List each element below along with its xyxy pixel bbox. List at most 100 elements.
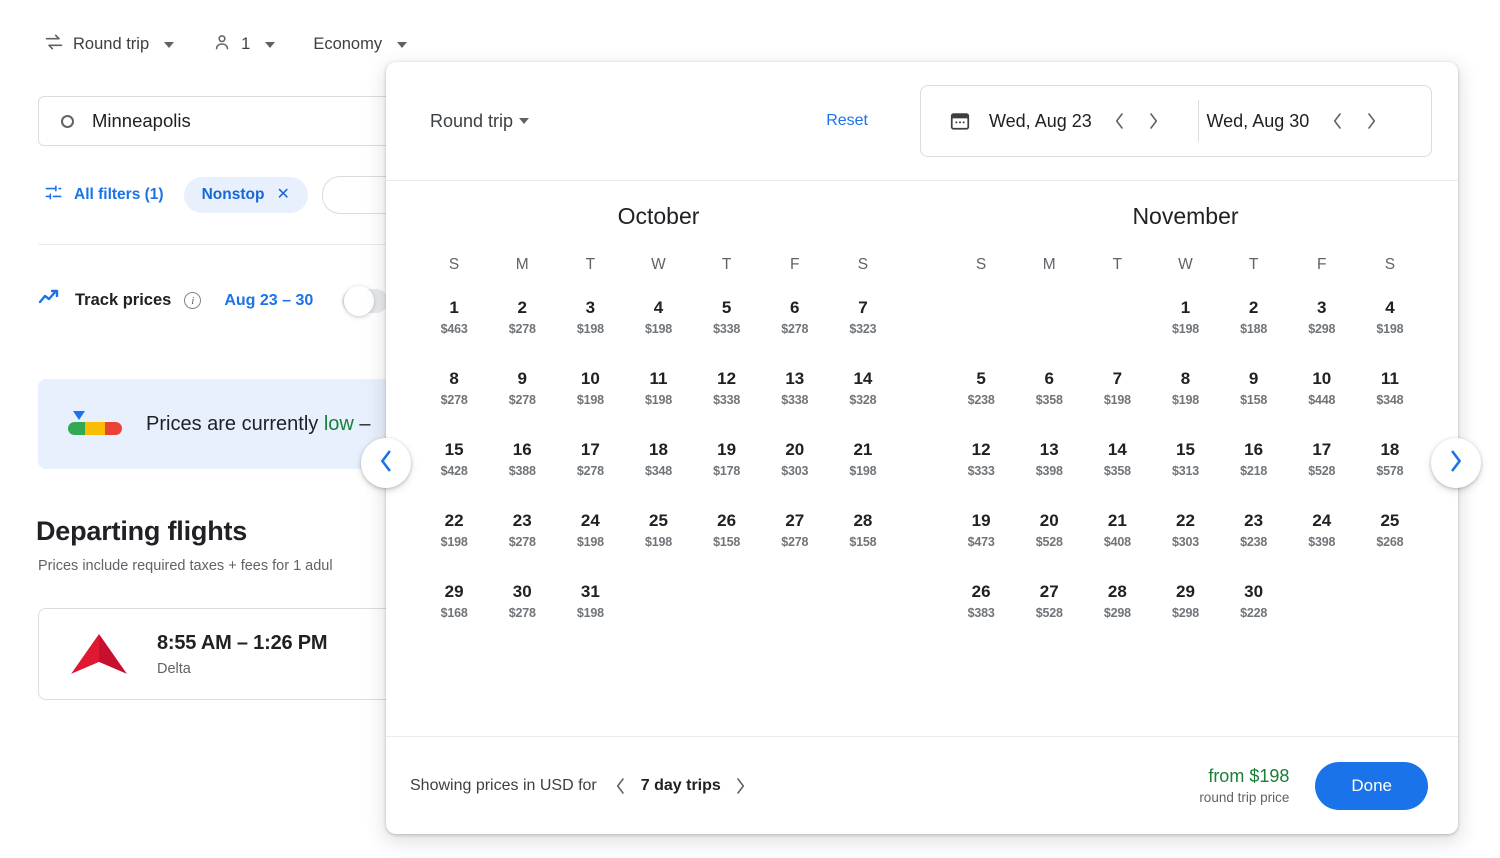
calendar-day-cell[interactable]: 24$398: [1288, 511, 1356, 582]
calendar-day-cell[interactable]: 19$178: [693, 440, 761, 511]
calendar-day-number: 9: [488, 369, 556, 389]
calendar-day-cell[interactable]: 9$158: [1220, 369, 1288, 440]
calendar-day-cell[interactable]: 15$428: [420, 440, 488, 511]
calendar-day-cell[interactable]: 20$303: [761, 440, 829, 511]
calendar-day-cell[interactable]: 8$198: [1151, 369, 1219, 440]
calendar-day-cell[interactable]: 5$338: [693, 298, 761, 369]
departure-date-segment[interactable]: Wed, Aug 23: [971, 107, 1184, 135]
calendar-day-number: 8: [1151, 369, 1219, 389]
return-date-steppers: [1323, 107, 1385, 135]
calendar-day-cell[interactable]: 21$198: [829, 440, 897, 511]
calendar-day-cell[interactable]: 30$278: [488, 582, 556, 653]
calendar-day-cell[interactable]: 12$338: [693, 369, 761, 440]
price-gauge-icon: [68, 411, 122, 437]
calendar-day-cell[interactable]: 1$198: [1151, 298, 1219, 369]
calendar-day-cell[interactable]: 3$298: [1288, 298, 1356, 369]
calendar-day-price: $408: [1083, 535, 1151, 549]
reset-button[interactable]: Reset: [814, 104, 880, 138]
calendar-day-cell[interactable]: 29$298: [1151, 582, 1219, 653]
calendar-week-row: 22$19823$27824$19825$19826$15827$27828$1…: [420, 511, 897, 582]
calendar-day-cell[interactable]: 6$358: [1015, 369, 1083, 440]
calendar-week-row: 1$1982$1883$2984$198: [947, 298, 1424, 369]
departure-prev-day-button[interactable]: [1106, 107, 1134, 135]
calendar-day-cell[interactable]: 2$188: [1220, 298, 1288, 369]
calendar-day-cell[interactable]: 4$198: [624, 298, 692, 369]
trip-length-prev-button[interactable]: [607, 772, 635, 800]
calendar-day-cell[interactable]: 28$298: [1083, 582, 1151, 653]
info-icon[interactable]: i: [184, 292, 201, 309]
calendar-day-cell[interactable]: 8$278: [420, 369, 488, 440]
calendar-day-cell[interactable]: 11$348: [1356, 369, 1424, 440]
filter-chip-nonstop[interactable]: Nonstop ✕: [184, 177, 308, 213]
calendar-day-cell[interactable]: 25$268: [1356, 511, 1424, 582]
calendar-day-cell[interactable]: 12$333: [947, 440, 1015, 511]
previous-months-button[interactable]: [361, 438, 411, 488]
calendar-day-cell[interactable]: 16$218: [1220, 440, 1288, 511]
calendar-day-price: $238: [1220, 535, 1288, 549]
trip-type-selector[interactable]: Round trip: [38, 28, 180, 61]
calendar-day-cell[interactable]: 14$328: [829, 369, 897, 440]
calendar-day-cell[interactable]: 3$198: [556, 298, 624, 369]
calendar-day-number: 3: [556, 298, 624, 318]
popup-trip-type-selector[interactable]: Round trip: [430, 111, 529, 132]
calendar-day-cell[interactable]: 18$348: [624, 440, 692, 511]
calendar-day-cell[interactable]: 7$323: [829, 298, 897, 369]
calendar-day-cell[interactable]: 7$198: [1083, 369, 1151, 440]
calendar-day-number: 2: [1220, 298, 1288, 318]
calendar-day-cell[interactable]: 10$448: [1288, 369, 1356, 440]
date-box-divider: [1198, 100, 1199, 142]
calendar-day-price: $473: [947, 535, 1015, 549]
calendar-day-cell[interactable]: 27$528: [1015, 582, 1083, 653]
calendar-day-cell[interactable]: 11$198: [624, 369, 692, 440]
calendar-day-number: 18: [624, 440, 692, 460]
calendar-day-cell[interactable]: 22$198: [420, 511, 488, 582]
calendar-day-cell[interactable]: 31$198: [556, 582, 624, 653]
calendar-day-cell[interactable]: 6$278: [761, 298, 829, 369]
calendar-day-cell[interactable]: 20$528: [1015, 511, 1083, 582]
calendar-day-cell[interactable]: 29$168: [420, 582, 488, 653]
calendar-day-number: 15: [420, 440, 488, 460]
calendar-day-cell[interactable]: 24$198: [556, 511, 624, 582]
track-prices-toggle[interactable]: [342, 289, 388, 313]
insight-prefix: Prices are currently: [146, 413, 324, 435]
calendar-day-cell[interactable]: 2$278: [488, 298, 556, 369]
calendar-day-cell[interactable]: 16$388: [488, 440, 556, 511]
calendar-day-cell[interactable]: 17$278: [556, 440, 624, 511]
all-filters-button[interactable]: All filters (1): [38, 176, 170, 214]
calendar-day-number: 5: [693, 298, 761, 318]
calendar-day-cell[interactable]: 17$528: [1288, 440, 1356, 511]
calendar-day-cell[interactable]: 28$158: [829, 511, 897, 582]
close-icon[interactable]: ✕: [276, 187, 289, 203]
departure-next-day-button[interactable]: [1140, 107, 1168, 135]
calendar-day-price: $198: [556, 606, 624, 620]
passengers-selector[interactable]: 1: [206, 28, 281, 61]
calendar-day-cell[interactable]: 13$338: [761, 369, 829, 440]
calendar-day-cell[interactable]: 21$408: [1083, 511, 1151, 582]
calendar-day-cell[interactable]: 26$158: [693, 511, 761, 582]
calendar-day-cell[interactable]: 25$198: [624, 511, 692, 582]
trip-length-next-button[interactable]: [727, 772, 755, 800]
calendar-day-cell[interactable]: 15$313: [1151, 440, 1219, 511]
calendar-day-cell[interactable]: 9$278: [488, 369, 556, 440]
calendar-day-cell[interactable]: 1$463: [420, 298, 488, 369]
calendar-day-cell[interactable]: 22$303: [1151, 511, 1219, 582]
next-months-button[interactable]: [1431, 438, 1481, 488]
return-next-day-button[interactable]: [1357, 107, 1385, 135]
calendar-day-cell[interactable]: 5$238: [947, 369, 1015, 440]
toggle-knob: [344, 286, 374, 316]
calendar-day-cell[interactable]: 23$238: [1220, 511, 1288, 582]
calendar-day-cell[interactable]: 4$198: [1356, 298, 1424, 369]
calendar-day-cell[interactable]: 26$383: [947, 582, 1015, 653]
calendar-day-cell[interactable]: 14$358: [1083, 440, 1151, 511]
calendar-day-cell[interactable]: 19$473: [947, 511, 1015, 582]
cabin-class-selector[interactable]: Economy: [307, 31, 413, 58]
calendar-day-cell[interactable]: 18$578: [1356, 440, 1424, 511]
calendar-day-cell[interactable]: 27$278: [761, 511, 829, 582]
done-button[interactable]: Done: [1315, 762, 1428, 810]
calendar-day-cell[interactable]: 23$278: [488, 511, 556, 582]
return-date-segment[interactable]: Wed, Aug 30: [1207, 107, 1420, 135]
return-prev-day-button[interactable]: [1323, 107, 1351, 135]
calendar-day-cell[interactable]: 30$228: [1220, 582, 1288, 653]
calendar-day-cell[interactable]: 10$198: [556, 369, 624, 440]
calendar-day-cell[interactable]: 13$398: [1015, 440, 1083, 511]
